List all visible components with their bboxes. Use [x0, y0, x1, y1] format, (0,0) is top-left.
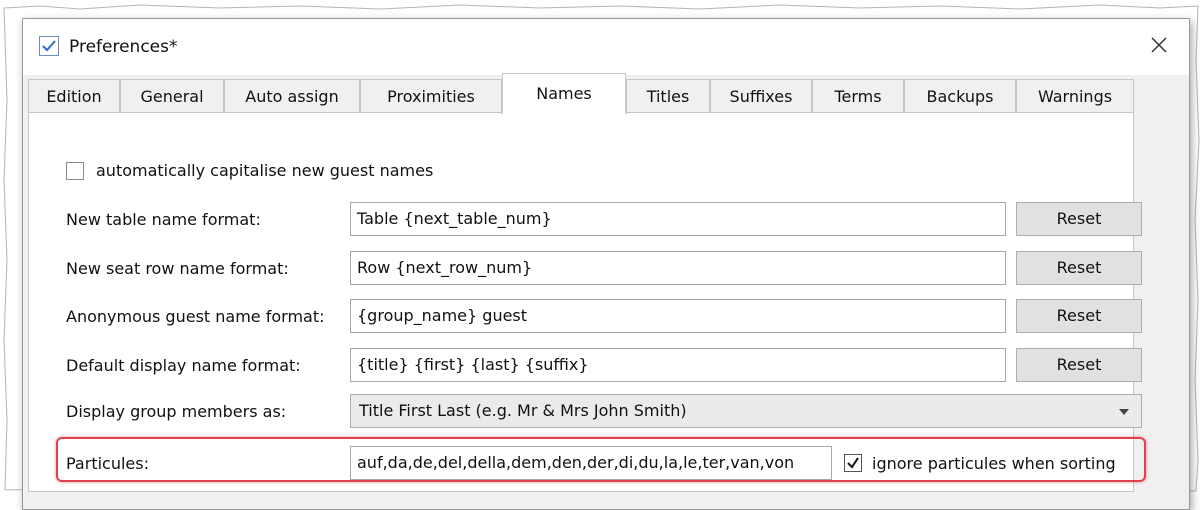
seat-row-format-reset-button[interactable]: Reset	[1016, 251, 1142, 285]
ignore-particules-label: ignore particules when sorting	[872, 454, 1116, 473]
seat-row-format-input[interactable]: Row {next_row_num}	[350, 251, 1006, 285]
tab-warnings[interactable]: Warnings	[1016, 79, 1134, 113]
display-name-format-label: Default display name format:	[66, 356, 301, 375]
close-icon[interactable]	[1141, 29, 1177, 63]
chevron-down-icon	[1119, 409, 1129, 415]
checkmark-icon	[39, 36, 59, 56]
tab-titles[interactable]: Titles	[626, 79, 710, 113]
table-format-input[interactable]: Table {next_table_num}	[350, 202, 1006, 236]
auto-capitalise-checkbox[interactable]	[66, 162, 84, 180]
anon-guest-format-reset-button[interactable]: Reset	[1016, 299, 1142, 333]
display-name-format-input[interactable]: {title} {first} {last} {suffix}	[350, 348, 1006, 382]
tab-backups[interactable]: Backups	[904, 79, 1016, 113]
table-format-label: New table name format:	[66, 210, 261, 229]
tab-proximities[interactable]: Proximities	[360, 79, 502, 113]
check-icon	[847, 457, 859, 469]
tab-general[interactable]: General	[120, 79, 224, 113]
tab-suffixes[interactable]: Suffixes	[710, 79, 812, 113]
display-name-format-reset-button[interactable]: Reset	[1016, 348, 1142, 382]
tab-names[interactable]: Names	[502, 73, 626, 114]
anon-guest-format-input[interactable]: {group_name} guest	[350, 299, 1006, 333]
particules-label: Particules:	[66, 454, 149, 473]
anon-guest-format-label: Anonymous guest name format:	[66, 307, 325, 326]
tab-edition[interactable]: Edition	[28, 79, 120, 113]
particules-input[interactable]: auf,da,de,del,della,dem,den,der,di,du,la…	[350, 446, 832, 480]
group-members-label: Display group members as:	[66, 402, 287, 421]
ignore-particules-checkbox[interactable]	[844, 454, 862, 472]
group-members-select[interactable]: Title First Last (e.g. Mr & Mrs John Smi…	[350, 394, 1142, 428]
group-members-selected: Title First Last (e.g. Mr & Mrs John Smi…	[359, 401, 687, 420]
tab-terms[interactable]: Terms	[812, 79, 904, 113]
window-title: Preferences*	[69, 37, 178, 57]
auto-capitalise-label: automatically capitalise new guest names	[96, 161, 434, 180]
table-format-reset-button[interactable]: Reset	[1016, 202, 1142, 236]
tab-auto-assign[interactable]: Auto assign	[224, 79, 360, 113]
title-bar: Preferences*	[23, 19, 1189, 75]
seat-row-format-label: New seat row name format:	[66, 259, 289, 278]
